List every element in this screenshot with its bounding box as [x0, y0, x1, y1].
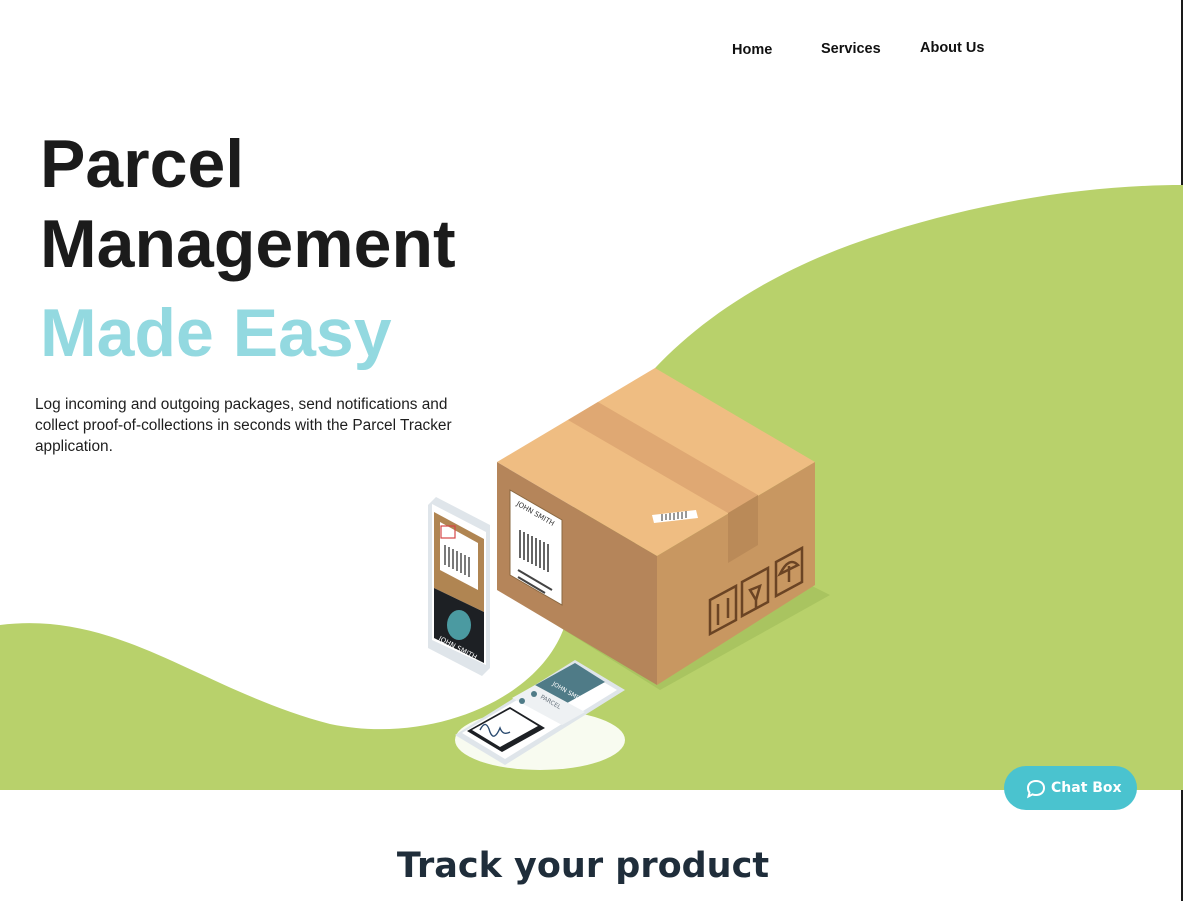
avatar [447, 610, 471, 640]
track-product-heading: Track your product [396, 846, 770, 886]
chat-bubble-icon [1026, 779, 1046, 799]
hero-title: Parcel Management Made Easy [40, 124, 456, 373]
chat-box-button[interactable]: Chat Box [1004, 766, 1137, 810]
hero-title-line2: Management [40, 206, 456, 282]
nav-home[interactable]: Home [732, 42, 772, 58]
main-nav: Home Services About Us [700, 38, 1020, 62]
chat-box-label: Chat Box [1051, 780, 1122, 796]
smartphone: JOHN SMITH [428, 497, 490, 676]
hero-description: Log incoming and outgoing packages, send… [35, 396, 452, 455]
cardboard-box: JOHN SMITH [497, 368, 815, 685]
hero-title-line1: Parcel [40, 126, 245, 202]
nav-services[interactable]: Services [821, 41, 881, 57]
parcel-illustration: JOHN SMITH JOHN SMITH JOHN SMITH PARCEL [428, 368, 830, 770]
hero-title-accent: Made Easy [40, 295, 392, 371]
nav-about-us[interactable]: About Us [920, 40, 984, 56]
